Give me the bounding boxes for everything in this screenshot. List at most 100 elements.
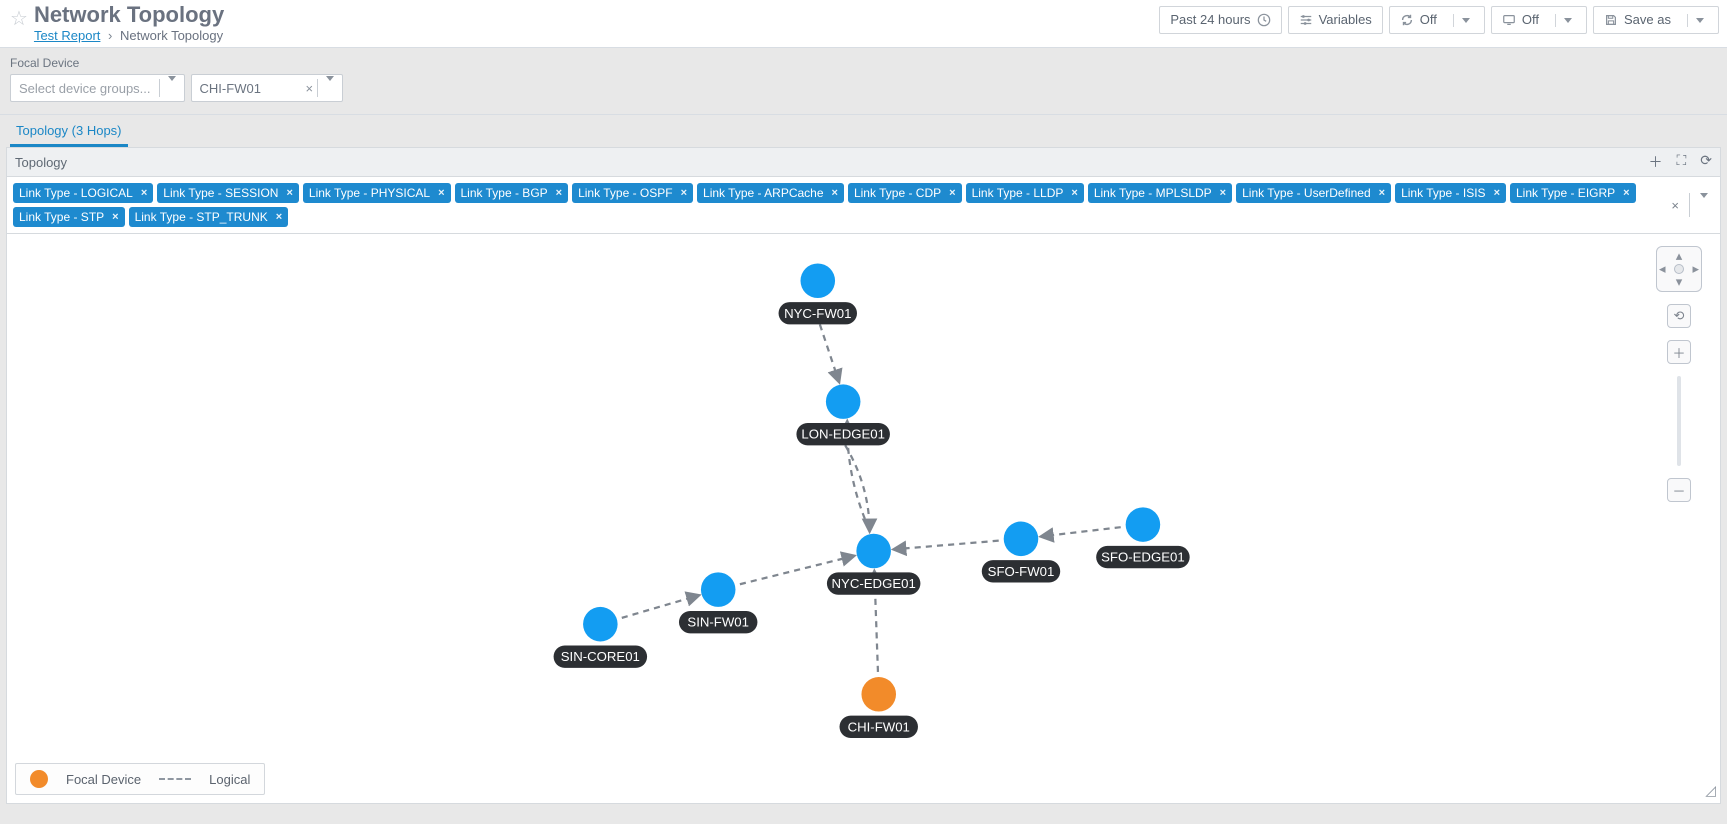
node-label: LON-EDGE01	[801, 427, 885, 442]
add-icon[interactable]: ＋	[1648, 152, 1662, 172]
clear-all-chips-icon[interactable]: ×	[1665, 198, 1685, 213]
topology-node[interactable]: CHI-FW01	[840, 677, 918, 738]
link-type-chip[interactable]: Link Type - ISIS ×	[1395, 183, 1506, 203]
fullscreen-icon[interactable]: ⛶	[1676, 152, 1686, 172]
node-circle-icon[interactable]	[856, 534, 891, 569]
link-type-chip[interactable]: Link Type - PHYSICAL×	[303, 183, 451, 203]
tab-topology[interactable]: Topology (3 Hops)	[10, 115, 128, 147]
topology-canvas[interactable]: NYC-FW01 LON-EDGE01 NYC-EDGE01 SFO-FW01 SFO-…	[6, 234, 1721, 804]
zoom-in-button[interactable]: ＋	[1667, 340, 1691, 364]
link-type-chip[interactable]: Link Type - STP ×	[13, 207, 125, 227]
chip-label: Link Type - CDP	[854, 186, 941, 200]
breadcrumb: Test Report › Network Topology	[34, 28, 224, 43]
node-label: SFO-FW01	[988, 564, 1055, 579]
focal-device-select[interactable]: CHI-FW01 ×	[191, 74, 344, 102]
node-label: SIN-FW01	[687, 615, 749, 630]
chip-label: Link Type - BGP	[461, 186, 548, 200]
node-circle-icon[interactable]	[583, 607, 618, 642]
link-type-chip[interactable]: Link Type - CDP ×	[848, 183, 962, 203]
chip-dropdown[interactable]	[1694, 198, 1714, 213]
chip-remove-icon[interactable]: ×	[1379, 187, 1385, 199]
link-type-chip[interactable]: Link Type - LLDP×	[966, 183, 1084, 203]
link-type-chip[interactable]: Link Type - ARPCache ×	[697, 183, 844, 203]
zoom-slider[interactable]	[1677, 376, 1681, 466]
panel-title: Topology	[15, 155, 67, 170]
chip-remove-icon[interactable]: ×	[438, 187, 444, 199]
chevron-down-icon	[1564, 18, 1572, 23]
node-circle-icon[interactable]	[801, 263, 836, 298]
save-icon	[1604, 13, 1618, 27]
topology-node[interactable]: SIN-FW01	[679, 572, 757, 633]
topology-node[interactable]: SIN-CORE01	[554, 607, 647, 668]
chip-remove-icon[interactable]: ×	[681, 187, 687, 199]
pan-center-icon	[1674, 264, 1684, 274]
breadcrumb-link[interactable]: Test Report	[34, 28, 100, 43]
pan-left-icon[interactable]: ◂	[1659, 261, 1666, 277]
node-circle-icon[interactable]	[861, 677, 896, 712]
device-group-select[interactable]: Select device groups...	[10, 74, 185, 102]
node-circle-icon[interactable]	[1126, 507, 1161, 542]
pan-right-icon[interactable]: ▸	[1692, 261, 1699, 277]
device-group-dropdown[interactable]	[160, 81, 184, 96]
link-type-chip[interactable]: Link Type - SESSION ×	[157, 183, 299, 203]
chip-label: Link Type - ARPCache	[703, 186, 824, 200]
chip-remove-icon[interactable]: ×	[556, 187, 562, 199]
link-type-chip[interactable]: Link Type - EIGRP×	[1510, 183, 1636, 203]
node-circle-icon[interactable]	[826, 384, 861, 419]
chip-label: Link Type - STP	[19, 210, 104, 224]
chip-remove-icon[interactable]: ×	[286, 187, 292, 199]
save-button[interactable]: Save as	[1593, 6, 1719, 34]
link-type-chip[interactable]: Link Type - BGP ×	[455, 183, 569, 203]
favorite-star-icon[interactable]: ☆	[8, 4, 34, 31]
resize-corner-icon[interactable]: ◿	[1705, 782, 1716, 799]
chip-remove-icon[interactable]: ×	[276, 211, 282, 223]
display-dropdown[interactable]	[1555, 14, 1580, 27]
reload-icon[interactable]: ⟳	[1700, 152, 1712, 172]
focal-device-label: Focal Device	[10, 56, 1717, 70]
pan-control[interactable]: ▴ ▾ ◂ ▸	[1656, 246, 1702, 292]
link-type-chip[interactable]: Link Type - MPLSLDP ×	[1088, 183, 1232, 203]
link-type-chip-list: Link Type - LOGICAL × Link Type - SESSION ×…	[13, 183, 1655, 227]
chip-remove-icon[interactable]: ×	[1623, 187, 1629, 199]
variables-button[interactable]: Variables	[1288, 6, 1383, 34]
save-dropdown[interactable]	[1687, 14, 1712, 27]
chip-label: Link Type - ISIS	[1401, 186, 1486, 200]
refresh-button[interactable]: Off	[1389, 6, 1485, 34]
chip-label: Link Type - UserDefined	[1242, 186, 1371, 200]
chip-remove-icon[interactable]: ×	[112, 211, 118, 223]
save-label: Save as	[1624, 11, 1671, 29]
chip-remove-icon[interactable]: ×	[1220, 187, 1226, 199]
chip-remove-icon[interactable]: ×	[1494, 187, 1500, 199]
pan-down-icon[interactable]: ▾	[1676, 274, 1683, 290]
chip-remove-icon[interactable]: ×	[949, 187, 955, 199]
chip-label: Link Type - LOGICAL	[19, 186, 133, 200]
chip-remove-icon[interactable]: ×	[1071, 187, 1077, 199]
topology-node[interactable]: NYC-EDGE01	[827, 534, 920, 595]
link-type-chip[interactable]: Link Type - STP_TRUNK×	[129, 207, 289, 227]
chip-remove-icon[interactable]: ×	[141, 187, 147, 199]
topology-node[interactable]: LON-EDGE01	[796, 384, 889, 445]
pan-up-icon[interactable]: ▴	[1676, 248, 1683, 264]
topology-node[interactable]: SFO-FW01	[982, 522, 1060, 583]
focal-device-dropdown[interactable]	[318, 81, 342, 96]
link-type-chip[interactable]: Link Type - OSPF×	[572, 183, 693, 203]
node-circle-icon[interactable]	[1004, 522, 1039, 557]
monitor-icon	[1502, 13, 1516, 27]
zoom-out-button[interactable]: －	[1667, 478, 1691, 502]
topology-node[interactable]: SFO-EDGE01	[1096, 507, 1189, 568]
chevron-right-icon: ›	[108, 28, 112, 43]
legend-logical-label: Logical	[209, 772, 250, 787]
display-button[interactable]: Off	[1491, 6, 1587, 34]
chip-label: Link Type - MPLSLDP	[1094, 186, 1212, 200]
link-type-chip[interactable]: Link Type - LOGICAL ×	[13, 183, 153, 203]
clear-focal-icon[interactable]: ×	[302, 81, 318, 96]
legend-focal-swatch	[30, 770, 48, 788]
chip-label: Link Type - SESSION	[163, 186, 278, 200]
rotate-button[interactable]: ⟲	[1667, 304, 1691, 328]
link-type-chip[interactable]: Link Type - UserDefined ×	[1236, 183, 1391, 203]
node-circle-icon[interactable]	[701, 572, 736, 607]
refresh-dropdown[interactable]	[1453, 14, 1478, 27]
time-range-button[interactable]: Past 24 hours	[1159, 6, 1281, 34]
topology-node[interactable]: NYC-FW01	[779, 263, 857, 324]
chip-remove-icon[interactable]: ×	[832, 187, 838, 199]
